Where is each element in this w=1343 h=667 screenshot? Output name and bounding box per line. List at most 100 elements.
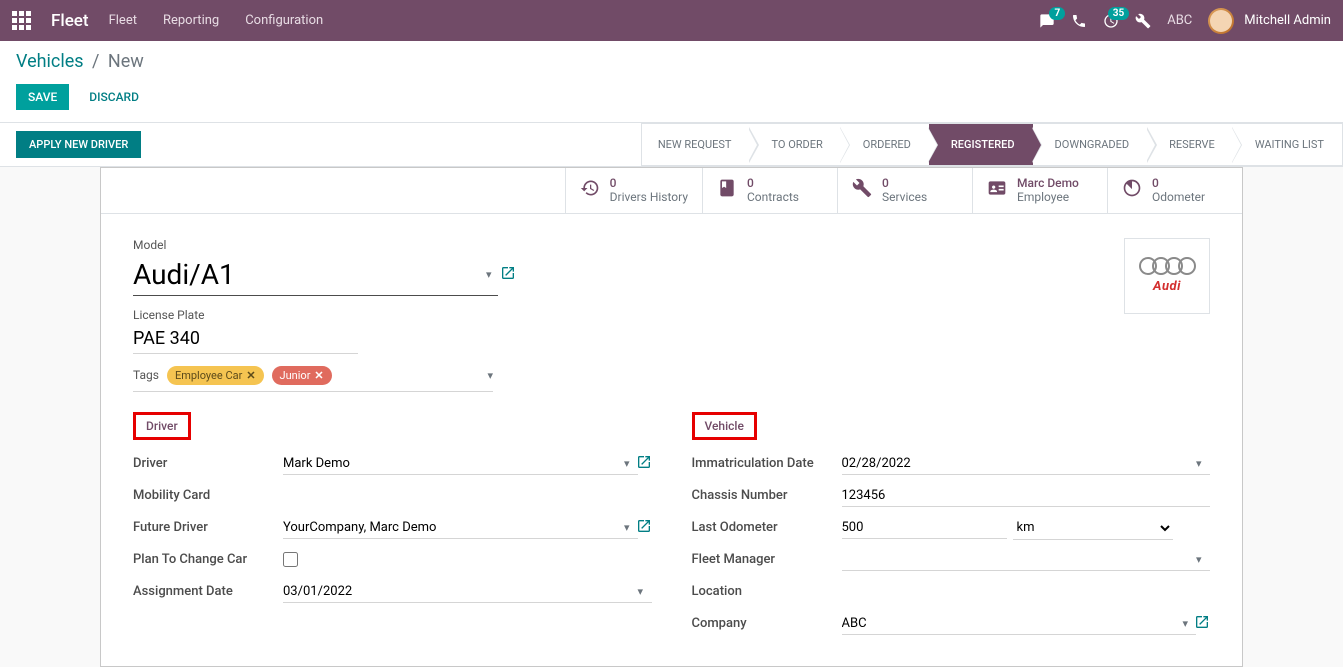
brand-logo-text: Audi [1153,279,1181,294]
top-navbar: Fleet Fleet Reporting Configuration 7 35… [0,0,1343,41]
stat-employee-label: Employee [1017,190,1079,204]
breadcrumb: Vehicles / New [16,51,1327,72]
future-driver-caret-icon[interactable]: ▾ [624,521,630,534]
fleet-manager-caret-icon[interactable]: ▾ [1196,553,1202,566]
model-label: Model [133,238,673,252]
company-switcher[interactable]: ABC [1167,13,1192,28]
breadcrumb-parent[interactable]: Vehicles [16,51,84,72]
stat-contracts-value: 0 [747,176,799,190]
assignment-date-caret-icon[interactable]: ▾ [638,585,644,598]
stat-employee[interactable]: Marc Demo Employee [972,168,1107,213]
stat-services-label: Services [882,190,927,204]
driver-input[interactable] [283,453,638,475]
form-sheet: 0 Drivers History 0 Contracts 0 [100,167,1243,667]
save-button[interactable]: SAVE [16,84,69,110]
location-input[interactable] [842,581,1211,602]
stat-odometer-label: Odometer [1152,190,1205,204]
statusbar-row: APPLY NEW DRIVER NEW REQUEST TO ORDER OR… [0,123,1343,167]
status-ordered[interactable]: ORDERED [841,123,929,166]
model-input[interactable] [133,254,498,296]
stat-contracts-label: Contracts [747,190,799,204]
tag-text: Junior [280,369,311,382]
odometer-unit-select[interactable]: km [1013,516,1173,540]
odometer-label: Last Odometer [692,520,842,535]
status-to-order[interactable]: TO ORDER [749,123,840,166]
tag-employee-car[interactable]: Employee Car ✕ [167,366,264,385]
status-registered[interactable]: REGISTERED [929,123,1033,166]
brand-logo[interactable]: Audi [1124,238,1210,314]
id-card-icon [987,178,1007,203]
status-reserve[interactable]: RESERVE [1147,123,1233,166]
tag-junior[interactable]: Junior ✕ [272,366,332,385]
status-downgraded[interactable]: DOWNGRADED [1033,123,1148,166]
breadcrumb-current: New [108,51,144,72]
driver-external-link-icon[interactable] [636,454,652,474]
tags-label: Tags [133,368,159,382]
messages-icon[interactable]: 7 [1039,13,1055,29]
control-panel: Vehicles / New SAVE DISCARD [0,41,1343,123]
status-waiting-list[interactable]: WAITING LIST [1233,123,1343,166]
wrench-icon [852,178,872,203]
nav-menu-fleet[interactable]: Fleet [109,13,137,28]
future-driver-label: Future Driver [133,520,283,535]
breadcrumb-separator: / [92,51,99,72]
plate-label: License Plate [133,308,673,322]
stat-button-bar: 0 Drivers History 0 Contracts 0 [101,168,1242,214]
fleet-manager-label: Fleet Manager [692,552,842,567]
stat-employee-value: Marc Demo [1017,176,1079,190]
mobility-card-input[interactable] [283,485,652,506]
discard-button[interactable]: DISCARD [81,84,147,110]
debug-icon[interactable] [1135,13,1151,29]
future-driver-external-link-icon[interactable] [636,518,652,538]
stat-odometer-value: 0 [1152,176,1205,190]
stat-services-value: 0 [882,176,927,190]
plate-input[interactable] [133,324,358,354]
user-name: Mitchell Admin [1244,13,1331,28]
stat-services[interactable]: 0 Services [837,168,972,213]
tag-remove-icon[interactable]: ✕ [314,369,323,382]
user-menu[interactable]: Mitchell Admin [1208,8,1331,34]
status-new-request[interactable]: NEW REQUEST [641,123,750,166]
activities-icon[interactable]: 35 [1103,13,1119,29]
future-driver-input[interactable] [283,517,638,539]
model-external-link-icon[interactable] [500,265,516,285]
company-external-link-icon[interactable] [1194,614,1210,634]
fleet-manager-input[interactable] [842,549,1211,571]
stat-drivers-history-value: 0 [610,176,688,190]
company-input[interactable] [842,613,1197,635]
immat-date-label: Immatriculation Date [692,456,842,471]
history-icon [580,178,600,203]
apps-icon[interactable] [12,11,31,30]
chassis-input[interactable] [842,485,1211,507]
driver-caret-icon[interactable]: ▾ [624,457,630,470]
plan-change-car-checkbox[interactable] [283,552,298,567]
tags-dropdown-caret[interactable]: ▾ [487,369,493,382]
tag-text: Employee Car [175,369,242,382]
mobility-card-label: Mobility Card [133,488,283,503]
nav-menu-configuration[interactable]: Configuration [245,13,323,28]
user-avatar [1208,8,1234,34]
odometer-input[interactable] [842,517,1007,539]
immat-date-caret-icon[interactable]: ▾ [1196,457,1202,470]
immat-date-input[interactable] [842,453,1211,475]
chassis-label: Chassis Number [692,488,842,503]
apply-new-driver-button[interactable]: APPLY NEW DRIVER [16,131,141,158]
nav-menu: Fleet Reporting Configuration [109,13,324,28]
brand-title[interactable]: Fleet [51,11,89,31]
model-dropdown-caret[interactable]: ▾ [486,268,492,281]
messages-badge: 7 [1049,7,1065,20]
plan-change-car-label: Plan To Change Car [133,552,283,567]
group-driver-title: Driver [133,412,191,440]
stat-drivers-history[interactable]: 0 Drivers History [565,168,702,213]
stat-odometer[interactable]: 0 Odometer [1107,168,1242,213]
company-label: Company [692,616,842,631]
phone-icon[interactable] [1071,13,1087,29]
dashboard-icon [1122,178,1142,203]
tag-remove-icon[interactable]: ✕ [246,369,255,382]
company-caret-icon[interactable]: ▾ [1182,617,1188,630]
nav-menu-reporting[interactable]: Reporting [163,13,219,28]
stat-contracts[interactable]: 0 Contracts [702,168,837,213]
assignment-date-input[interactable] [283,581,652,603]
group-driver: Driver Driver ▾ Mobility Card [133,412,652,642]
location-label: Location [692,584,842,599]
